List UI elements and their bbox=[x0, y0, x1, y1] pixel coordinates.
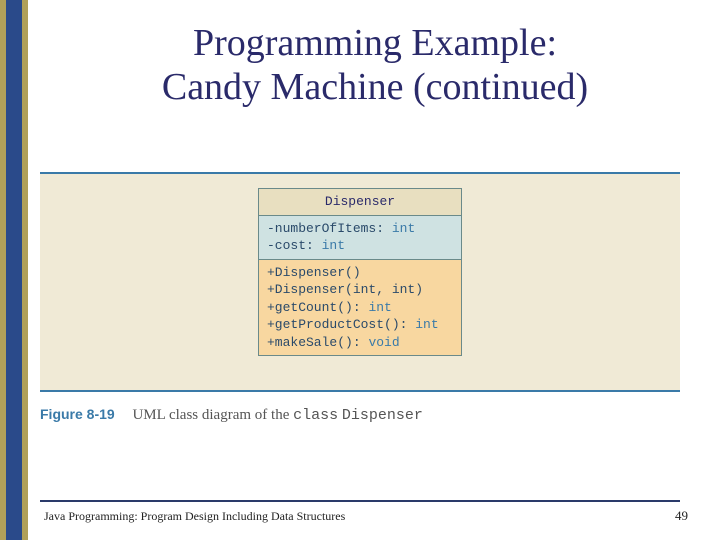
uml-field: -cost: bbox=[267, 238, 314, 253]
slide: Programming Example: Candy Machine (cont… bbox=[0, 0, 720, 540]
footer-text: Java Programming: Program Design Includi… bbox=[44, 509, 345, 524]
uml-return-type: void bbox=[368, 335, 399, 350]
uml-method: +Dispenser() bbox=[267, 265, 361, 280]
caption-mono-class: class bbox=[293, 407, 338, 424]
uml-field-type: int bbox=[322, 238, 345, 253]
figure-caption: Figure 8-19 UML class diagram of the cla… bbox=[40, 406, 423, 424]
figure-background: Dispenser -numberOfItems: int -cost: int… bbox=[40, 172, 680, 392]
uml-methods-compartment: +Dispenser() +Dispenser(int, int) +getCo… bbox=[259, 260, 461, 356]
uml-class-name: Dispenser bbox=[259, 189, 461, 216]
title-line-1: Programming Example: bbox=[193, 22, 557, 64]
uml-field: -numberOfItems: bbox=[267, 221, 384, 236]
uml-method: +getCount(): bbox=[267, 300, 361, 315]
left-stripe-blue bbox=[6, 0, 22, 540]
uml-method: +getProductCost(): bbox=[267, 317, 407, 332]
content-area: Dispenser -numberOfItems: int -cost: int… bbox=[40, 172, 680, 452]
uml-class-diagram: Dispenser -numberOfItems: int -cost: int… bbox=[258, 188, 462, 356]
uml-return-type: int bbox=[368, 300, 391, 315]
slide-title: Programming Example: Candy Machine (cont… bbox=[60, 22, 690, 109]
footer-divider bbox=[40, 500, 680, 502]
uml-return-type: int bbox=[415, 317, 438, 332]
uml-method: +Dispenser(int, int) bbox=[267, 282, 423, 297]
caption-mono-name: Dispenser bbox=[342, 407, 423, 424]
figure-label: Figure 8-19 bbox=[40, 406, 115, 422]
page-number: 49 bbox=[675, 508, 688, 524]
caption-text: UML class diagram of the bbox=[132, 407, 293, 423]
title-line-2: Candy Machine (continued) bbox=[162, 66, 588, 108]
uml-method: +makeSale(): bbox=[267, 335, 361, 350]
uml-fields-compartment: -numberOfItems: int -cost: int bbox=[259, 216, 461, 260]
uml-field-type: int bbox=[392, 221, 415, 236]
